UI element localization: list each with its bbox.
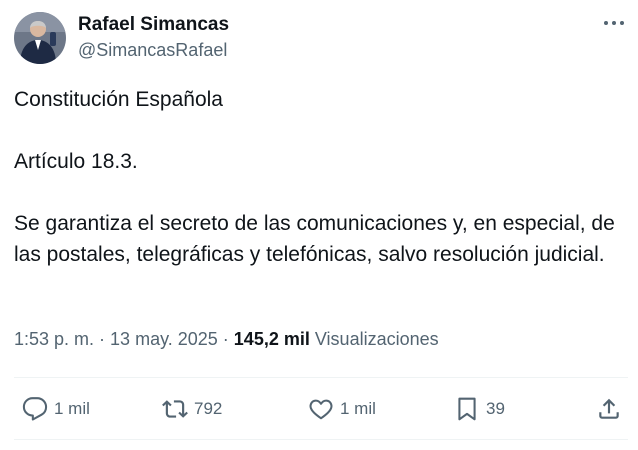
meta-separator: ·	[217, 329, 234, 349]
views-count: 145,2 mil	[233, 329, 310, 349]
heart-icon	[309, 399, 333, 420]
reply-icon	[22, 397, 48, 421]
bookmark-count: 39	[486, 399, 505, 418]
divider	[14, 439, 628, 440]
more-dots-icon	[604, 21, 624, 25]
bookmark-icon	[458, 397, 476, 421]
like-button[interactable]: 1 mil	[308, 389, 376, 429]
reply-button[interactable]: 1 mil	[22, 389, 90, 429]
post-line-body: Se garantiza el secreto de las comunicac…	[14, 212, 615, 266]
bookmark-button[interactable]: 39	[454, 389, 505, 429]
post-header: Rafael Simancas @SimancasRafael	[14, 12, 628, 66]
post-time[interactable]: 1:53 p. m.	[14, 329, 94, 349]
action-bar: 1 mil 792 1 mil 39	[14, 389, 628, 429]
repost-count: 792	[194, 399, 223, 418]
repost-icon	[162, 400, 188, 418]
post-date[interactable]: 13 may. 2025	[110, 329, 218, 349]
more-options-button[interactable]	[600, 12, 628, 34]
post-meta: 1:53 p. m. · 13 may. 2025 · 145,2 mil Vi…	[14, 329, 439, 350]
share-icon	[599, 398, 619, 419]
post-line-title: Constitución Española	[14, 88, 223, 111]
like-count: 1 mil	[340, 399, 376, 418]
reply-count: 1 mil	[54, 399, 90, 418]
divider	[14, 377, 628, 378]
post-text: Constitución Española Artículo 18.3. Se …	[14, 84, 628, 270]
repost-button[interactable]: 792	[162, 389, 222, 429]
author-name[interactable]: Rafael Simancas	[78, 14, 229, 36]
avatar[interactable]	[14, 12, 66, 64]
post-line-article: Artículo 18.3.	[14, 150, 138, 173]
views-label: Visualizaciones	[314, 329, 439, 349]
author-handle[interactable]: @SimancasRafael	[78, 40, 227, 61]
share-button[interactable]	[596, 389, 622, 429]
meta-separator: ·	[94, 329, 111, 349]
